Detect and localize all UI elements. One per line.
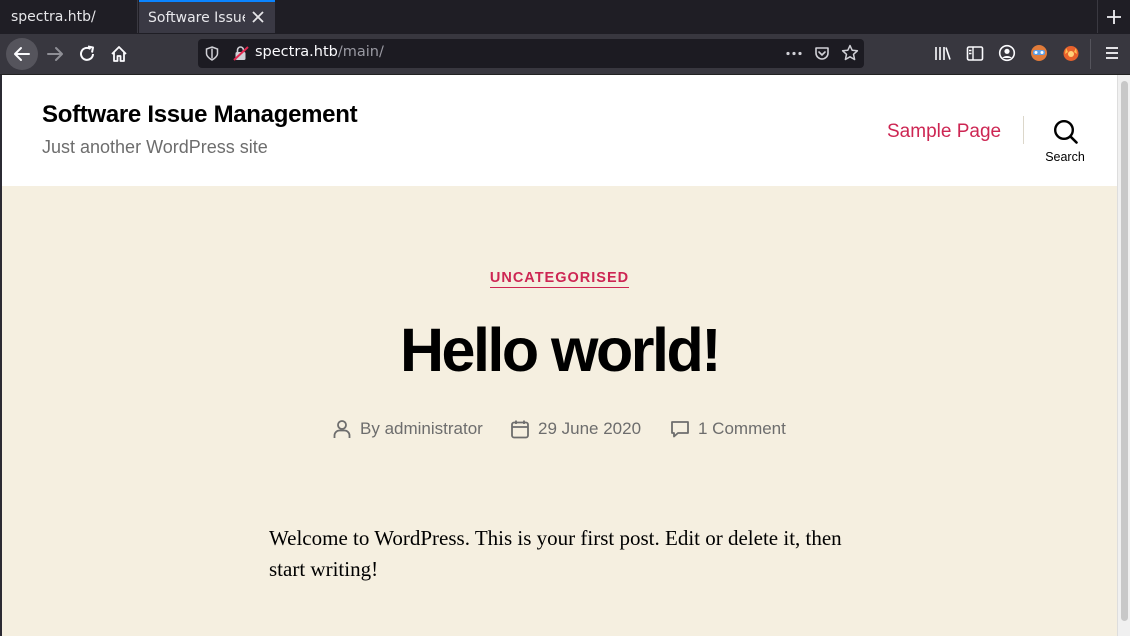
insecure-lock-icon[interactable] <box>233 46 249 61</box>
tab-strip: spectra.htb/ Software Issue Management <box>0 0 1130 34</box>
web-page: Software Issue Management Just another W… <box>2 75 1117 636</box>
post-title[interactable]: Hello world! <box>2 315 1117 385</box>
account-icon[interactable] <box>998 44 1016 62</box>
forward-button[interactable] <box>39 38 71 70</box>
new-tab-button[interactable] <box>1097 0 1130 33</box>
pocket-icon[interactable] <box>814 45 830 61</box>
reload-icon <box>80 45 94 61</box>
author-prefix: By <box>360 419 380 438</box>
tab-spectra[interactable]: spectra.htb/ <box>0 0 138 33</box>
home-button[interactable] <box>103 38 135 70</box>
reload-button[interactable] <box>71 38 103 70</box>
sidebar-icon[interactable] <box>966 45 984 62</box>
tab-title: spectra.htb/ <box>11 8 96 25</box>
back-icon <box>14 47 30 61</box>
close-icon[interactable] <box>250 9 266 25</box>
site-header: Software Issue Management Just another W… <box>2 75 1117 186</box>
post-date: 29 June 2020 <box>510 419 641 439</box>
search-label: Search <box>1045 150 1085 164</box>
shield-icon[interactable] <box>205 46 219 61</box>
url-text[interactable]: spectra.htb/main/ <box>255 44 384 60</box>
user-icon <box>333 420 351 438</box>
page-actions-icon[interactable] <box>785 46 803 61</box>
navigation-toolbar: spectra.htb/main/ <box>0 34 1130 75</box>
new-tab-icon <box>1107 9 1121 24</box>
scrollbar-thumb[interactable] <box>1121 81 1128 621</box>
comments-link[interactable]: 1 Comment <box>698 419 786 439</box>
post-body: Welcome to WordPress. This is your first… <box>269 526 842 581</box>
search-toggle-button[interactable]: Search <box>1042 119 1088 169</box>
tab-title: Software Issue Management <box>148 9 245 26</box>
post-comments: 1 Comment <box>670 419 786 439</box>
calendar-icon <box>511 420 529 439</box>
site-description: Just another WordPress site <box>42 137 268 157</box>
url-bar[interactable]: spectra.htb/main/ <box>198 39 864 68</box>
forward-icon <box>47 47 63 61</box>
home-icon <box>111 46 127 62</box>
back-button[interactable] <box>6 38 38 70</box>
tab-software-issue-management[interactable]: Software Issue Management <box>139 0 275 33</box>
category-link[interactable]: UNCATEGORISED <box>489 270 630 288</box>
url-path: /main/ <box>337 44 384 60</box>
firefox-extension-icon[interactable] <box>1062 44 1080 62</box>
menu-icon[interactable] <box>1103 45 1121 61</box>
post-category: UNCATEGORISED <box>2 267 1117 288</box>
toolbar-divider <box>1090 39 1091 69</box>
extension-icon[interactable] <box>1030 44 1048 62</box>
post-author: By administrator <box>332 419 483 439</box>
page-scrollbar[interactable] <box>1117 75 1130 636</box>
bookmark-star-icon[interactable] <box>841 44 859 62</box>
author-link[interactable]: administrator <box>385 419 483 439</box>
search-icon <box>1053 119 1078 144</box>
comment-icon <box>671 421 689 438</box>
date-link[interactable]: 29 June 2020 <box>538 419 641 439</box>
nav-link-sample-page[interactable]: Sample Page <box>887 121 1001 143</box>
site-title[interactable]: Software Issue Management <box>42 101 358 129</box>
library-icon[interactable] <box>934 45 952 62</box>
url-host: spectra.htb <box>255 44 338 60</box>
nav-divider <box>1023 116 1024 144</box>
